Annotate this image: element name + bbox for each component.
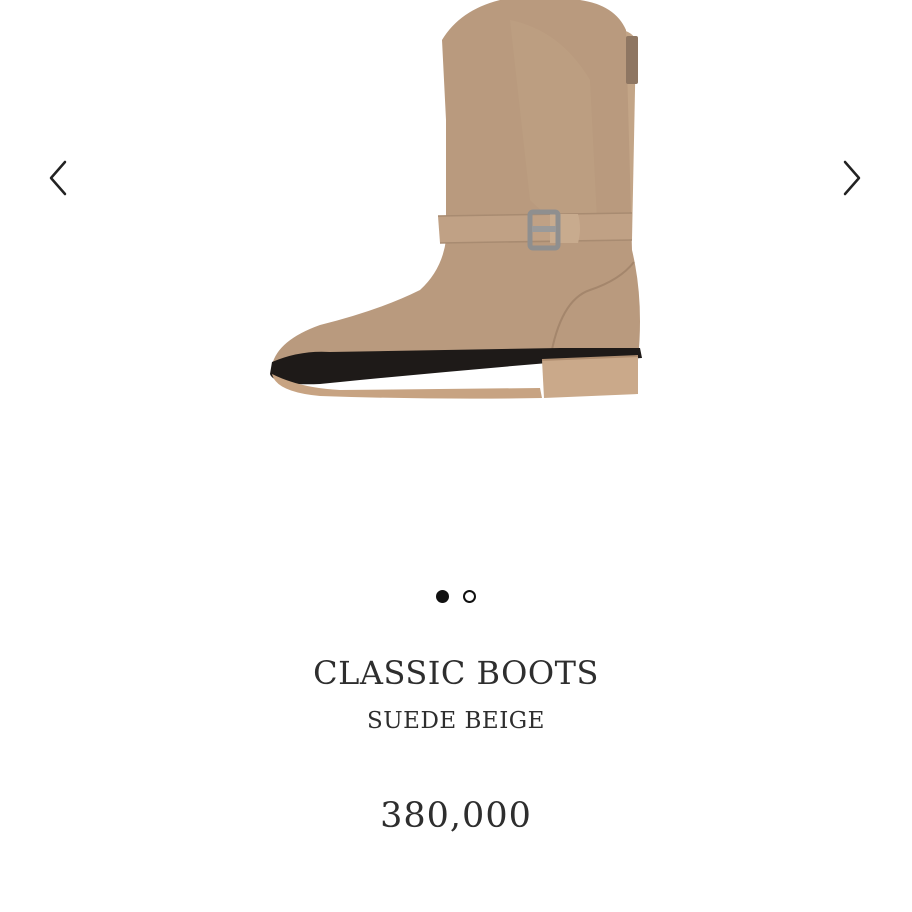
chevron-left-icon bbox=[49, 160, 67, 196]
product-image bbox=[270, 0, 642, 399]
carousel-dot-2[interactable] bbox=[463, 590, 476, 603]
carousel-pagination bbox=[0, 590, 912, 603]
chevron-right-icon bbox=[843, 160, 861, 196]
next-image-button[interactable] bbox=[832, 150, 872, 206]
carousel-dot-1[interactable] bbox=[436, 590, 449, 603]
product-price: 380,000 bbox=[380, 796, 532, 836]
product-image-carousel[interactable] bbox=[0, 0, 912, 560]
previous-image-button[interactable] bbox=[38, 150, 78, 206]
product-variant: SUEDE BEIGE bbox=[367, 708, 545, 734]
product-name: CLASSIC BOOTS bbox=[313, 654, 599, 692]
